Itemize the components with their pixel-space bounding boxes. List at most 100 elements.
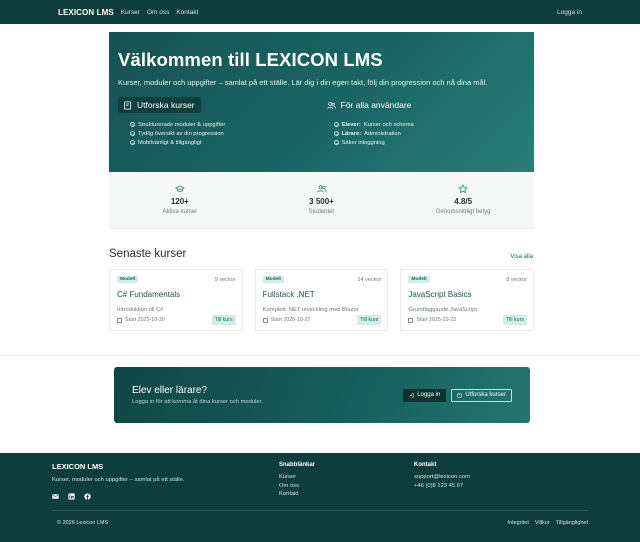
footer-brand: LEXICON LMS — [52, 462, 104, 471]
explore-courses-button[interactable]: Utforska kurser — [118, 97, 201, 113]
see-all-link[interactable]: Visa alla — [510, 254, 533, 260]
book-icon — [457, 392, 462, 398]
check-circle-icon — [130, 122, 135, 127]
course-card: Modell 9 veckor C# Fundamentals Introduk… — [109, 269, 243, 331]
footer-quick-links: Snabblänkar Kurser Om oss Kontakt — [279, 462, 414, 500]
course-badge: Modell — [117, 276, 139, 283]
users-icon — [317, 185, 327, 193]
nav-link-kurser[interactable]: Kurser — [121, 9, 140, 16]
stat-value: 120+ — [170, 197, 189, 206]
course-description: Introduktion till C# — [117, 307, 164, 313]
course-title[interactable]: Fullstack .NET — [263, 290, 382, 299]
cta-explore-button[interactable]: Utforska kurser — [451, 388, 512, 402]
mail-icon[interactable] — [52, 493, 59, 500]
hero-col-users: För alla användare Elever: Kurser och sc… — [322, 97, 526, 147]
list-item: Tydlig översikt av din progression — [118, 129, 322, 138]
stat-rating: 4.8/5 Genomsnittligt betyg — [392, 172, 534, 228]
courses-header: Senaste kurser Visa alla — [109, 248, 533, 260]
stat-active-courses: 120+ Aktiva kurser — [109, 172, 251, 228]
footer-about: LEXICON LMS Kurser, moduler och uppgifte… — [52, 462, 279, 500]
stat-value: 4.8/5 — [454, 197, 473, 206]
footer-tagline: Kurser, moduler och uppgifter – samlat p… — [52, 477, 185, 483]
check-circle-icon — [333, 131, 339, 136]
stat-value: 3 500+ — [309, 197, 334, 206]
stat-label: Studenter — [308, 209, 335, 215]
course-description: Komplett .NET utveckling med Blazor — [262, 307, 359, 313]
go-to-course-button[interactable]: Till kurs — [502, 315, 528, 325]
courses-title: Senaste kurser — [109, 248, 187, 260]
cta-buttons: Logga in Utforska kurser — [403, 388, 512, 402]
footer-link-om-oss[interactable]: Om oss — [279, 483, 414, 492]
for-all-users-heading: För alla användare — [322, 97, 418, 113]
hero-title: Välkommen till LEXICON LMS — [118, 49, 383, 70]
calendar-icon — [262, 317, 268, 323]
check-circle-icon — [130, 131, 135, 136]
course-description: Grundläggande JavaScript — [408, 307, 477, 313]
list-item: Lärare: Administration — [322, 129, 526, 138]
book-icon — [123, 100, 132, 110]
footer-link-kontakt[interactable]: Kontakt — [279, 491, 414, 500]
course-title[interactable]: C# Fundamentals — [117, 290, 236, 299]
footer-columns: LEXICON LMS Kurser, moduler och uppgifte… — [52, 462, 588, 500]
calendar-icon — [117, 317, 122, 323]
hero-section: Välkommen till LEXICON LMS Kurser, modul… — [109, 32, 534, 229]
graduation-cap-icon — [174, 185, 185, 193]
legal-link-terms[interactable]: Villkor — [535, 520, 550, 526]
cta-banner: Elev eller lärare? Logga in för att komm… — [114, 367, 530, 423]
users-icon — [326, 101, 336, 109]
cta-subtitle: Logga in för att komma åt dina kurser oc… — [132, 399, 263, 405]
hero-columns: Utforska kurser Strukturerade moduler & … — [118, 97, 525, 147]
hero-banner: Välkommen till LEXICON LMS Kurser, modul… — [109, 32, 534, 172]
login-icon — [409, 393, 414, 397]
stat-label: Aktiva kurser — [162, 209, 198, 215]
facebook-icon[interactable] — [84, 493, 91, 500]
nav-login-link[interactable]: Logga in — [557, 9, 582, 16]
course-cards: Modell 9 veckor C# Fundamentals Introduk… — [109, 269, 535, 331]
cta-title: Elev eller lärare? — [132, 385, 208, 396]
explore-feature-list: Strukturerade moduler & uppgifter Tydlig… — [118, 120, 322, 147]
list-item: Elever: Kurser och schema — [322, 120, 526, 129]
course-card: Modell 14 veckor Fullstack .NET Komplett… — [254, 269, 389, 331]
nav-left: LEXICON LMS Kurser Om oss Kontakt — [58, 8, 198, 17]
check-circle-icon — [333, 140, 339, 145]
legal-links: Integritet Villkor Tillgänglighet — [507, 520, 588, 526]
legal-link-privacy[interactable]: Integritet — [507, 520, 528, 526]
list-item: Säker inloggning — [322, 138, 526, 147]
navbar: LEXICON LMS Kurser Om oss Kontakt Logga … — [0, 0, 640, 24]
list-item: Mobilvänligt & tillgängligt — [118, 138, 322, 147]
go-to-course-button[interactable]: Till kurs — [211, 315, 236, 325]
brand-logo[interactable]: LEXICON LMS — [58, 8, 114, 17]
nav-link-kontakt[interactable]: Kontakt — [176, 9, 198, 16]
course-duration: 14 veckor — [357, 276, 382, 283]
copyright: © 2026 Lexicon LMS — [57, 520, 109, 526]
check-circle-icon — [130, 140, 135, 145]
users-feature-list: Elever: Kurser och schema Lärare: Admini… — [322, 120, 526, 147]
stat-students: 3 500+ Studenter — [251, 172, 393, 228]
course-card: Modell 8 veckor JavaScript Basics Grundl… — [400, 269, 535, 331]
social-links — [52, 493, 279, 500]
course-duration: 8 veckor — [506, 276, 528, 283]
stat-label: Genomsnittligt betyg — [435, 209, 491, 215]
nav-link-om-oss[interactable]: Om oss — [147, 9, 169, 16]
course-title[interactable]: JavaScript Basics — [408, 290, 527, 299]
go-to-course-button[interactable]: Till kurs — [357, 315, 382, 325]
course-start: Start 2025-10-30 — [117, 317, 165, 323]
cta-login-button[interactable]: Logga in — [403, 388, 447, 402]
calendar-icon — [408, 317, 414, 323]
footer-contact: Kontakt support@lexicon.com +46 (0)8 123… — [414, 462, 470, 500]
check-circle-icon — [333, 122, 339, 127]
footer-link-kurser[interactable]: Kurser — [279, 474, 414, 483]
contact-email[interactable]: support@lexicon.com — [414, 474, 470, 483]
footer: LEXICON LMS Kurser, moduler och uppgifte… — [0, 453, 640, 542]
for-all-users-label: För alla användare — [340, 100, 412, 110]
hero-subtitle: Kurser, moduler och uppgifter – samlat p… — [118, 78, 488, 87]
hero-col-explore: Utforska kurser Strukturerade moduler & … — [118, 97, 322, 147]
linkedin-icon[interactable] — [68, 493, 75, 500]
legal-link-accessibility[interactable]: Tillgänglighet — [556, 520, 588, 526]
course-start: Start 2025-10-27 — [262, 317, 310, 323]
contact-phone[interactable]: +46 (0)8 123 45 67 — [414, 483, 470, 492]
page: LEXICON LMS Kurser Om oss Kontakt Logga … — [0, 0, 640, 542]
section-divider — [0, 355, 640, 356]
quick-links-heading: Snabblänkar — [279, 462, 316, 468]
star-icon — [458, 184, 468, 193]
